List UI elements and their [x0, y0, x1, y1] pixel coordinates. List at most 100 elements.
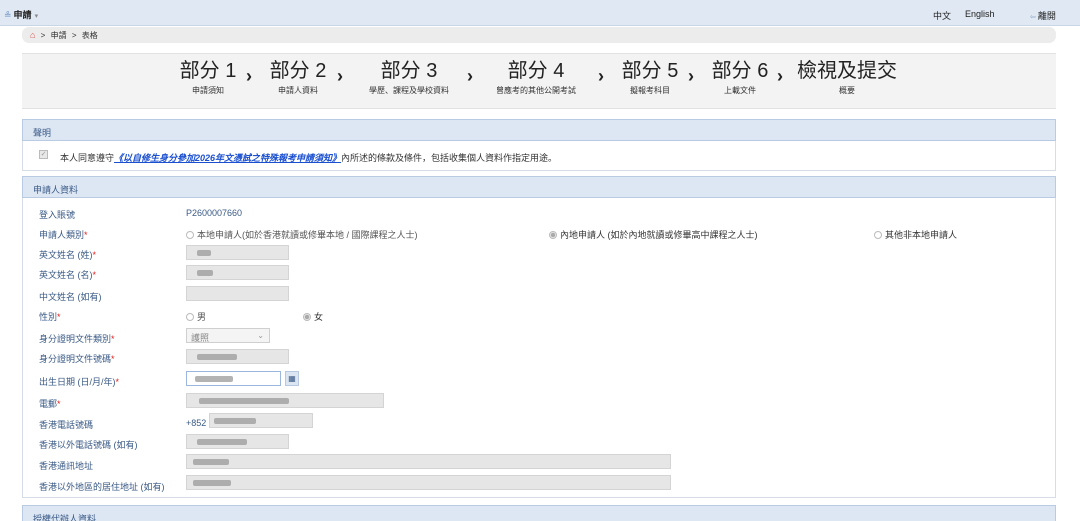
step-title: 檢視及提交 [797, 60, 897, 82]
chevron-right-icon: › [598, 66, 604, 86]
step-title: 部分 4 [507, 60, 565, 82]
gender-male-radio[interactable]: 男 [186, 310, 206, 323]
logout-label: 離開 [1037, 11, 1056, 21]
breadcrumb-item-application[interactable]: 申請 [51, 31, 67, 40]
required-mark: * [111, 334, 115, 344]
language-chinese-link[interactable]: 中文 [933, 9, 951, 22]
applicant-category-label-text: 申請人類別 [39, 230, 85, 240]
applicant-section-heading: 申請人資料 [22, 176, 1056, 198]
step-5[interactable]: 部分 5 擬報考科目 [615, 60, 685, 96]
id-number-label: 身分證明文件號碼* [39, 352, 115, 365]
redacted-value [197, 439, 247, 445]
step-3[interactable]: 部分 3 學歷、課程及學校資料 [356, 60, 462, 96]
top-bar: ≗ 申請 ▾ 中文 English ⇦ 離開 [0, 0, 1080, 26]
step-6[interactable]: 部分 6 上載文件 [705, 60, 775, 96]
gender-female-label: 女 [314, 312, 324, 322]
given-name-label: 英文姓名 (名)* [39, 268, 96, 281]
other-phone-label: 香港以外電話號碼 (如有) [39, 440, 138, 450]
date-of-birth-label: 出生日期 (日/月/年)* [39, 375, 119, 388]
chinese-name-label: 中文姓名 (如有) [39, 292, 102, 302]
redacted-value [193, 459, 229, 465]
user-icon: ≗ [4, 10, 12, 20]
home-icon[interactable]: ⌂ [30, 30, 35, 40]
hk-phone-input[interactable] [209, 413, 313, 428]
required-mark: * [57, 312, 61, 322]
required-mark: * [115, 377, 120, 387]
radio-icon [186, 313, 194, 321]
redacted-value [199, 398, 289, 404]
category-other-label: 其他非本地申請人 [885, 230, 958, 240]
step-subtitle: 概要 [839, 86, 855, 95]
hk-phone-label: 香港電話號碼 [39, 420, 94, 430]
step-2[interactable]: 部分 2 申請人資料 [263, 60, 333, 96]
surname-input[interactable] [186, 245, 289, 260]
redacted-value [197, 250, 211, 256]
given-name-input[interactable] [186, 265, 289, 280]
date-of-birth-input[interactable] [186, 371, 281, 386]
special-application-notes-link[interactable]: 《以自修生身分參加2026年文憑試之特殊報考申請須知》 [114, 153, 341, 163]
category-other-radio[interactable]: 其他非本地申請人 [874, 228, 957, 241]
declaration-text: 本人同意遵守《以自修生身分參加2026年文憑試之特殊報考申請須知》內所述的條款及… [60, 151, 557, 164]
chevron-right-icon: › [467, 66, 473, 86]
redacted-value [214, 418, 256, 424]
category-local-label: 本地申請人(如於香港就讀或修畢本地 / 國際課程之人士) [197, 230, 418, 240]
hk-address-label: 香港通訊地址 [39, 461, 94, 471]
application-menu[interactable]: ≗ 申請 ▾ [4, 8, 38, 21]
logout-icon: ⇦ [1030, 14, 1036, 21]
surname-label: 英文姓名 (姓)* [39, 248, 96, 261]
step-title: 部分 5 [621, 60, 679, 82]
login-account-label: 登入賬號 [39, 210, 76, 220]
gender-female-radio[interactable]: 女 [303, 310, 323, 323]
hk-address-input[interactable] [186, 454, 671, 469]
logout-link[interactable]: ⇦ 離開 [1030, 9, 1056, 22]
step-title: 部分 2 [269, 60, 327, 82]
language-english-link[interactable]: English [965, 9, 995, 19]
redacted-value [197, 270, 213, 276]
required-mark: * [84, 230, 88, 240]
date-of-birth-label-text: 出生日期 (日/月/年) [39, 377, 116, 387]
required-mark: * [111, 354, 115, 364]
radio-selected-icon [549, 231, 557, 239]
category-local-radio[interactable]: 本地申請人(如於香港就讀或修畢本地 / 國際課程之人士) [186, 228, 418, 241]
id-number-input[interactable] [186, 349, 289, 364]
step-1[interactable]: 部分 1 申請須知 [172, 60, 244, 96]
category-mainland-radio[interactable]: 內地申請人 (如於內地就讀或修畢高中課程之人士) [549, 228, 758, 241]
step-subtitle: 學歷、課程及學校資料 [369, 86, 449, 95]
step-progress: 部分 1 申請須知 › 部分 2 申請人資料 › 部分 3 學歷、課程及學校資料… [22, 53, 1056, 109]
chevron-down-icon: ⌄ [257, 331, 264, 340]
step-review-submit[interactable]: 檢視及提交 概要 [796, 60, 898, 96]
radio-selected-icon [303, 313, 311, 321]
chevron-right-icon: › [246, 66, 252, 86]
category-mainland-label: 內地申請人 (如於內地就讀或修畢高中課程之人士) [560, 230, 758, 240]
breadcrumb-separator: > [71, 31, 77, 40]
id-type-select[interactable]: 護照 ⌄ [186, 328, 270, 343]
step-subtitle: 申請人資料 [278, 86, 318, 95]
step-4[interactable]: 部分 4 曾應考的其他公開考試 [483, 60, 589, 96]
chevron-right-icon: › [777, 66, 783, 86]
declaration-checkbox[interactable]: ✓ [39, 150, 48, 159]
gender-male-label: 男 [197, 312, 207, 322]
required-mark: * [57, 399, 61, 409]
chinese-name-input[interactable] [186, 286, 289, 301]
redacted-value [197, 354, 237, 360]
gender-label-text: 性別 [39, 312, 58, 322]
gender-label: 性別* [39, 310, 61, 323]
step-subtitle: 擬報考科目 [630, 86, 670, 95]
email-label: 電郵* [39, 397, 61, 410]
declaration-text-before: 本人同意遵守 [60, 153, 115, 163]
other-phone-input[interactable] [186, 434, 289, 449]
login-account-value: P2600007660 [186, 208, 243, 218]
required-mark: * [92, 270, 97, 280]
declaration-text-after: 內所述的條款及條件，包括收集個人資料作指定用途。 [341, 153, 558, 163]
radio-icon [186, 231, 194, 239]
email-input[interactable] [186, 393, 384, 408]
hk-phone-prefix: +852 [186, 418, 207, 428]
id-type-selected-value: 護照 [191, 333, 210, 343]
id-type-label-text: 身分證明文件類別 [39, 334, 112, 344]
agent-section-heading: 授權代辦人資料 [22, 505, 1056, 521]
application-menu-label: 申請 [13, 10, 32, 20]
redacted-value [195, 376, 233, 382]
other-address-input[interactable] [186, 475, 671, 490]
redacted-value [193, 480, 231, 486]
calendar-icon[interactable]: ▦ [285, 371, 299, 386]
